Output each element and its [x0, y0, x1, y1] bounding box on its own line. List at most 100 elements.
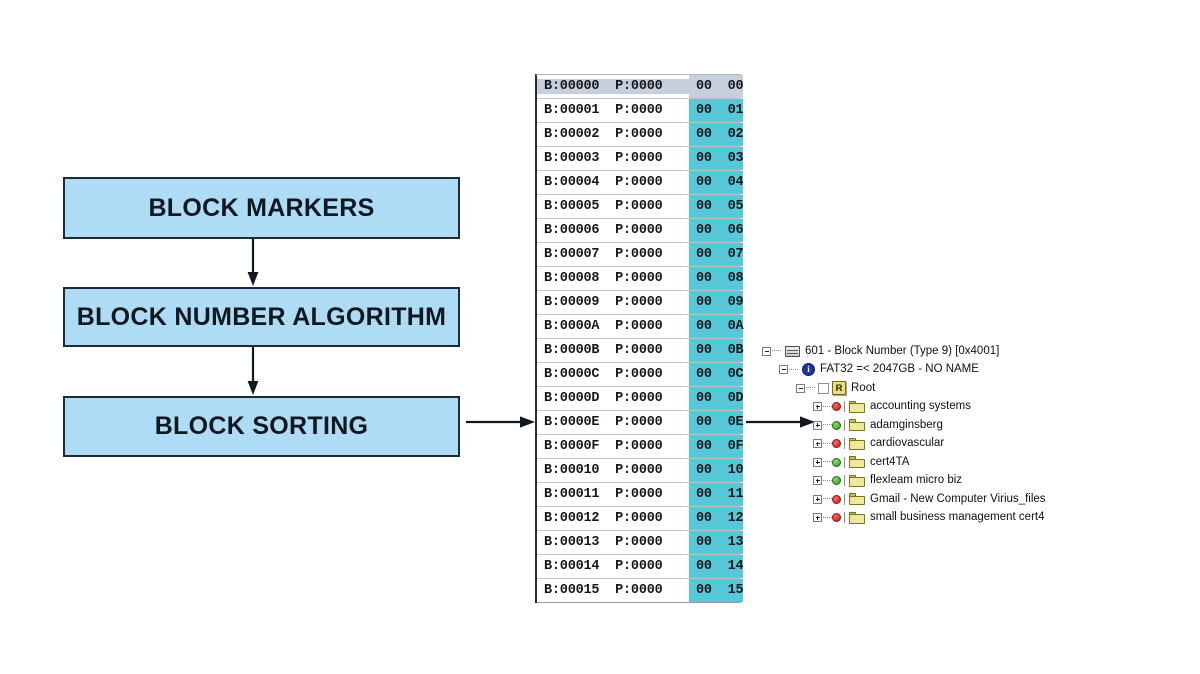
folder-icon — [849, 437, 865, 450]
tree-node-root-folder[interactable]: R Root — [762, 379, 1192, 398]
hex-address-cell: B:00000 P:0000 — [537, 79, 689, 94]
tree-node-label: Gmail - New Computer Virius_files — [870, 492, 1046, 505]
expand-icon[interactable] — [813, 513, 822, 523]
hex-address-cell: B:0000B P:0000 — [544, 343, 663, 358]
red-status-dot-icon — [832, 402, 841, 412]
hex-block-table[interactable]: B:00000 P:0000 00 00 B:00001 P:0000 00 01 B:… — [535, 74, 744, 603]
hex-table-row[interactable]: B:00014 P:0000 00 14 — [537, 555, 744, 579]
hex-address-cell: B:00007 P:0000 — [544, 247, 663, 262]
folder-icon — [849, 511, 865, 524]
tree-node-fat32-volume[interactable]: i FAT32 =< 2047GB - NO NAME — [762, 361, 1192, 380]
expand-icon[interactable] — [813, 439, 822, 449]
hex-table-row[interactable]: B:00007 P:0000 00 07 — [537, 243, 744, 267]
hex-table-row[interactable]: B:0000A P:0000 00 0A — [537, 315, 744, 339]
file-system-tree[interactable]: 601 - Block Number (Type 9) [0x4001] i FAT… — [762, 342, 1192, 527]
hex-table-row[interactable]: B:00002 P:0000 00 02 — [537, 123, 744, 147]
folder-icon — [849, 493, 865, 506]
tree-connector-line — [789, 368, 798, 371]
tree-node-folder-flexleam-micro-biz[interactable]: flexleam micro biz — [762, 472, 1192, 491]
node-checkbox[interactable] — [818, 382, 829, 394]
flow-box-label: BLOCK SORTING — [154, 412, 369, 440]
tree-connector-tick — [844, 512, 845, 524]
hex-value-cell: 00 0C — [689, 363, 744, 386]
tree-node-folder-accounting-systems[interactable]: accounting systems — [762, 398, 1192, 417]
hex-value-cell: 00 02 — [689, 123, 744, 146]
tree-node-folder-cert4ta[interactable]: cert4TA — [762, 453, 1192, 472]
tree-node-folder-gmail-virius-files[interactable]: Gmail - New Computer Virius_files — [762, 490, 1192, 509]
folder-icon — [849, 456, 865, 469]
hex-address-cell: B:0000D P:0000 — [544, 391, 663, 406]
hex-value-cell: 00 03 — [689, 147, 744, 170]
tree-connector-line — [772, 350, 781, 352]
hex-value-cell: 00 08 — [689, 267, 744, 290]
hex-value-cell: 00 09 — [689, 291, 744, 314]
hex-table-row[interactable]: B:0000E P:0000 00 0E — [537, 411, 744, 435]
tree-connector-line — [823, 516, 832, 519]
hex-table-row[interactable]: B:00009 P:0000 00 09 — [537, 291, 744, 315]
hex-address-cell: B:0000C P:0000 — [544, 367, 663, 382]
flow-box-block-number-algorithm: BLOCK NUMBER ALGORITHM — [63, 287, 460, 347]
hex-table-row[interactable]: B:0000F P:0000 00 0F — [537, 435, 744, 459]
hex-table-row[interactable]: B:00012 P:0000 00 12 — [537, 507, 744, 531]
hex-value-cell: 00 0E — [689, 411, 744, 434]
tree-node-block-number-root[interactable]: 601 - Block Number (Type 9) [0x4001] — [762, 342, 1192, 361]
tree-connector-tick — [844, 493, 845, 505]
hex-table-row[interactable]: B:00008 P:0000 00 08 — [537, 267, 744, 291]
hex-table-row[interactable]: B:00001 P:0000 00 01 — [537, 99, 744, 123]
collapse-icon[interactable] — [779, 365, 788, 375]
hex-table-row[interactable]: B:00013 P:0000 00 13 — [537, 531, 744, 555]
expand-icon[interactable] — [813, 476, 822, 486]
hex-table-row[interactable]: B:0000B P:0000 00 0B — [537, 339, 744, 363]
hex-table-row[interactable]: B:00005 P:0000 00 05 — [537, 195, 744, 219]
expand-icon[interactable] — [813, 420, 822, 430]
hex-address-cell: B:0000F P:0000 — [544, 439, 663, 454]
hex-value-cell: 00 0B — [689, 339, 744, 362]
flow-box-block-sorting: BLOCK SORTING — [63, 396, 460, 457]
folder-icon — [849, 474, 865, 487]
tree-node-folder-cardiovascular[interactable]: cardiovascular — [762, 435, 1192, 454]
hex-table-row[interactable]: B:00000 P:0000 00 00 — [537, 75, 744, 99]
collapse-icon[interactable] — [762, 346, 771, 356]
expand-icon[interactable] — [813, 402, 822, 412]
tree-node-label: cardiovascular — [870, 437, 945, 449]
tree-connector-tick — [844, 475, 845, 487]
hex-table-row[interactable]: B:00003 P:0000 00 03 — [537, 147, 744, 171]
flow-box-block-markers: BLOCK MARKERS — [63, 177, 460, 239]
tree-node-label: adamginsberg — [870, 418, 943, 431]
hex-table-row[interactable]: B:00010 P:0000 00 10 — [537, 459, 744, 483]
hex-table-row[interactable]: B:00006 P:0000 00 06 — [537, 219, 744, 243]
hex-address-cell: B:0000A P:0000 — [544, 319, 663, 334]
hex-address-cell: B:00015 P:0000 — [544, 583, 663, 598]
hex-address-cell: B:0000E P:0000 — [544, 415, 663, 430]
arrow-algorithm-to-sorting — [247, 347, 259, 395]
folder-icon — [849, 419, 865, 432]
hex-table-row[interactable]: B:00015 P:0000 00 15 — [537, 579, 744, 603]
tree-connector-line — [823, 442, 832, 445]
collapse-icon[interactable] — [796, 383, 805, 393]
hex-table-row[interactable]: B:00004 P:0000 00 04 — [537, 171, 744, 195]
hex-address-cell: B:00014 P:0000 — [544, 559, 663, 574]
hex-address-cell: B:00010 P:0000 — [544, 463, 663, 478]
tree-connector-tick — [844, 438, 845, 450]
expand-icon[interactable] — [813, 457, 822, 467]
hex-address-cell: B:00004 P:0000 — [544, 175, 663, 190]
hex-value-cell: 00 01 — [689, 99, 744, 122]
tree-connector-line — [823, 498, 832, 500]
r-icon: R — [832, 381, 846, 396]
flowchart-diagram: BLOCK MARKERS BLOCK NUMBER ALGORITHM BLO… — [0, 0, 500, 674]
green-status-dot-icon — [832, 457, 841, 467]
tree-node-folder-small-business-management-cert4[interactable]: small business management cert4 — [762, 509, 1192, 528]
hex-table-row[interactable]: B:00011 P:0000 00 11 — [537, 483, 744, 507]
expand-icon[interactable] — [813, 494, 822, 504]
hex-value-cell: 00 14 — [689, 555, 744, 578]
hex-table-row[interactable]: B:0000D P:0000 00 0D — [537, 387, 744, 411]
drive-icon — [785, 345, 800, 357]
tree-node-folder-adamginsberg[interactable]: adamginsberg — [762, 416, 1192, 435]
hex-table-row[interactable]: B:0000C P:0000 00 0C — [537, 363, 744, 387]
hex-value-cell: 00 00 — [689, 75, 744, 98]
tree-node-label: flexleam micro biz — [870, 474, 963, 486]
hex-value-cell: 00 06 — [689, 219, 744, 242]
hex-value-cell: 00 15 — [689, 579, 744, 602]
tree-connector-line — [823, 461, 832, 463]
tree-connector-tick — [844, 456, 845, 468]
